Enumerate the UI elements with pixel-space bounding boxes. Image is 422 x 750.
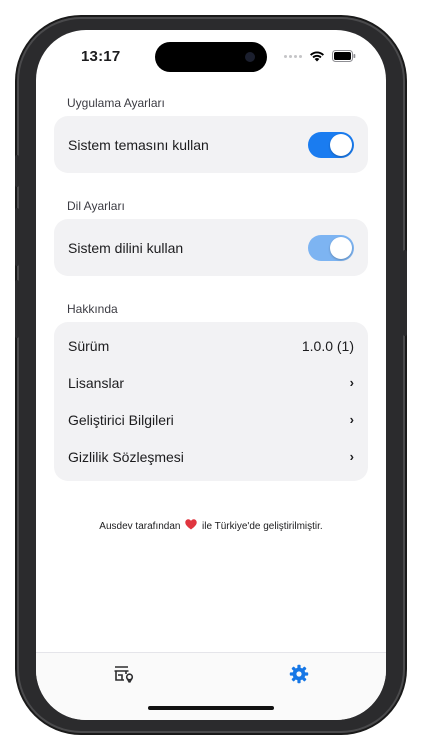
store-location-icon (114, 666, 134, 683)
side-button-silent (15, 155, 19, 187)
made-in-note: Ausdev tarafından ile Türkiye'de gelişti… (36, 519, 386, 532)
heart-icon (185, 519, 197, 530)
dynamic-island (155, 42, 267, 72)
licenses-row[interactable]: Lisanslar › (68, 364, 354, 401)
developer-info-label: Geliştirici Bilgileri (68, 411, 174, 428)
chevron-right-icon: › (349, 412, 354, 427)
cellular-signal-icon (284, 54, 302, 58)
section-title-app-settings: Uygulama Ayarları (67, 96, 165, 110)
phone-screen: 13:17 Uygulama Ayarları Sistem temasını … (36, 30, 386, 720)
version-row: Sürüm 1.0.0 (1) (68, 328, 354, 364)
system-language-label: Sistem dilini kullan (68, 239, 184, 256)
status-time: 13:17 (81, 48, 121, 65)
side-button-volume-down (15, 280, 19, 338)
tab-settings[interactable] (286, 663, 312, 685)
made-in-note-before: Ausdev tarafından (99, 521, 181, 532)
app-settings-card: Sistem temasını kullan (54, 116, 368, 173)
version-label: Sürüm (68, 338, 110, 354)
developer-info-row[interactable]: Geliştirici Bilgileri › (68, 401, 354, 438)
status-icons (284, 50, 356, 62)
section-title-language-settings: Dil Ayarları (67, 199, 125, 213)
language-settings-card: Sistem dilini kullan (54, 219, 368, 276)
wifi-icon (310, 51, 324, 62)
gear-icon (289, 664, 309, 684)
chevron-right-icon: › (349, 449, 354, 464)
version-value: 1.0.0 (1) (301, 338, 354, 354)
side-button-volume-up (15, 208, 19, 266)
system-theme-row: Sistem temasını kullan (68, 116, 354, 173)
privacy-policy-label: Gizlilik Sözleşmesi (68, 448, 184, 465)
about-card: Sürüm 1.0.0 (1) Lisanslar › Geliştirici … (54, 322, 368, 481)
tab-stores[interactable] (111, 663, 137, 685)
section-title-about: Hakkında (67, 302, 118, 316)
licenses-label: Lisanslar (68, 374, 125, 391)
made-in-note-after: ile Türkiye'de geliştirilmiştir. (202, 521, 323, 532)
chevron-right-icon: › (349, 375, 354, 390)
privacy-policy-row[interactable]: Gizlilik Sözleşmesi › (68, 438, 354, 475)
system-language-row: Sistem dilini kullan (68, 219, 354, 276)
system-language-toggle[interactable] (308, 234, 354, 261)
system-theme-label: Sistem temasını kullan (68, 136, 209, 153)
battery-icon (332, 50, 356, 62)
side-button-power (403, 250, 407, 336)
home-indicator (148, 706, 274, 710)
system-theme-toggle[interactable] (308, 131, 354, 158)
